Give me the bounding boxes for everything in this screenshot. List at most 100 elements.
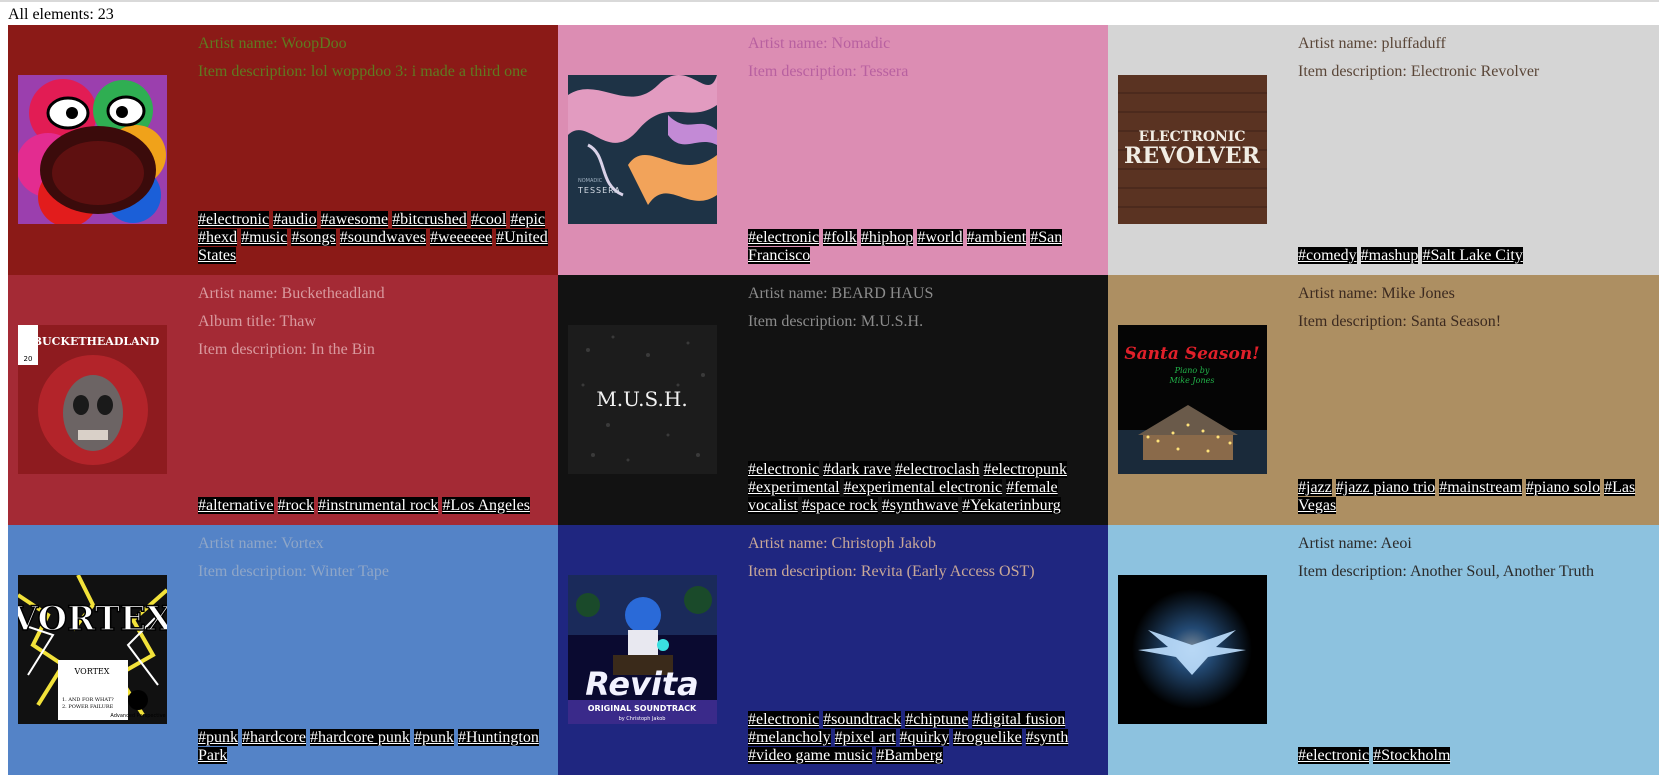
tag-link[interactable]: #electroclash: [895, 461, 980, 478]
tag-link[interactable]: #Yekaterinburg: [962, 497, 1061, 514]
album-info: Artist name: Vortex Item description: Wi…: [198, 535, 550, 765]
tag-link[interactable]: #audio: [273, 211, 317, 228]
album-card: VORTEX VORTEX 1. AND FOR WHAT? 2. POWER …: [8, 525, 558, 775]
artist-name: Artist name: Mike Jones: [1298, 285, 1455, 302]
tag-link[interactable]: #piano solo: [1525, 479, 1601, 496]
art-caption-small: NOMADIC: [578, 178, 603, 184]
album-grid: Artist name: WoopDoo Item description: l…: [8, 25, 1659, 775]
art-label-2: Advanced Perspective: [110, 713, 165, 719]
album-info: Artist name: Mike Jones Item description…: [1298, 285, 1651, 515]
tag-link[interactable]: #hardcore: [242, 729, 306, 746]
tag-link[interactable]: #electropunk: [983, 461, 1067, 478]
tag-link[interactable]: #electronic: [748, 711, 820, 728]
tag-link[interactable]: #hexd: [198, 229, 238, 246]
item-description: Item description: Santa Season!: [1298, 313, 1502, 330]
tag-link[interactable]: #space rock: [801, 497, 878, 514]
tag-link[interactable]: #comedy: [1298, 247, 1357, 264]
item-description: Item description: lol woppdoo 3: i made …: [198, 63, 528, 80]
artist-name: Artist name: WoopDoo: [198, 35, 347, 52]
album-cover[interactable]: Santa Season! Piano by Mike Jones: [1118, 325, 1267, 474]
tag-link[interactable]: #alternative: [198, 497, 274, 514]
art-title: M.U.S.H.: [596, 387, 687, 411]
art-artist: by Christoph Jakob: [619, 716, 666, 722]
tag-link[interactable]: #hardcore punk: [309, 729, 410, 746]
tag-link[interactable]: #pixel art: [834, 729, 896, 746]
artist-name: Artist name: Vortex: [198, 535, 324, 552]
tag-link[interactable]: #experimental electronic: [843, 479, 1003, 496]
tag-link[interactable]: #rock: [277, 497, 314, 514]
tag-link[interactable]: #electronic: [748, 461, 820, 478]
tag-link[interactable]: #world: [917, 229, 963, 246]
art-track-1: 1. AND FOR WHAT?: [62, 697, 114, 703]
tag-link[interactable]: #mainstream: [1439, 479, 1522, 496]
tag-link[interactable]: #dark rave: [823, 461, 892, 478]
artist-name: Artist name: Christoph Jakob: [748, 535, 936, 552]
album-cover[interactable]: ELECTRONIC REVOLVER: [1118, 75, 1267, 224]
tag-link[interactable]: #Salt Lake City: [1422, 247, 1523, 264]
album-info: Artist name: Bucketheadland Album title:…: [198, 285, 550, 515]
tag-link[interactable]: #Los Angeles: [442, 497, 530, 514]
album-cover[interactable]: [1118, 575, 1267, 724]
album-cover[interactable]: 20 BUCKETHEADLAND: [18, 325, 167, 474]
tag-list: #electronic #audio #awesome #bitcrushed …: [198, 211, 550, 265]
tag-link[interactable]: #quirky: [899, 729, 950, 746]
tag-link[interactable]: #synthwave: [881, 497, 959, 514]
artist-name: Artist name: BEARD HAUS: [748, 285, 934, 302]
tag-link[interactable]: #chiptune: [905, 711, 969, 728]
tag-link[interactable]: #punk: [413, 729, 454, 746]
tag-link[interactable]: #electronic: [748, 229, 820, 246]
album-info: Artist name: Nomadic Item description: T…: [748, 35, 1100, 265]
artist-name: Artist name: Nomadic: [748, 35, 891, 52]
tag-link[interactable]: #folk: [823, 229, 857, 246]
tag-link[interactable]: #roguelike: [953, 729, 1022, 746]
item-description: Item description: M.U.S.H.: [748, 313, 924, 330]
art-title: VORTEX: [18, 599, 167, 639]
album-info: Artist name: Christoph Jakob Item descri…: [748, 535, 1100, 765]
tag-link[interactable]: #soundtrack: [823, 711, 902, 728]
item-description: Item description: Revita (Early Access O…: [748, 563, 1035, 580]
tag-link[interactable]: #digital fusion: [972, 711, 1066, 728]
tag-link[interactable]: #bitcrushed: [392, 211, 467, 228]
art-title: Revita: [585, 665, 698, 703]
art-subtitle: ORIGINAL SOUNDTRACK: [588, 704, 697, 713]
tag-link[interactable]: #jazz piano trio: [1335, 479, 1436, 496]
tag-list: #electronic #folk #hiphop #world #ambien…: [748, 229, 1100, 265]
tag-link[interactable]: #melancholy: [748, 729, 831, 746]
album-card: NOMADIC TESSERA Artist name: Nomadic Ite…: [558, 25, 1108, 275]
tag-link[interactable]: #music: [241, 229, 288, 246]
tag-link[interactable]: #epic: [510, 211, 546, 228]
tag-link[interactable]: #songs: [291, 229, 336, 246]
artist-name: Artist name: pluffaduff: [1298, 35, 1446, 52]
tag-link[interactable]: #synth: [1025, 729, 1069, 746]
tag-link[interactable]: #soundwaves: [339, 229, 426, 246]
tag-link[interactable]: #hiphop: [860, 229, 914, 246]
tag-link[interactable]: #ambient: [966, 229, 1027, 246]
tag-link[interactable]: #video game music: [748, 747, 873, 764]
tag-link[interactable]: #instrumental rock: [317, 497, 439, 514]
tag-list: #comedy #mashup #Salt Lake City: [1298, 247, 1651, 265]
tag-link[interactable]: #weeeeee: [430, 229, 493, 246]
album-cover[interactable]: Revita ORIGINAL SOUNDTRACK by Christoph …: [568, 575, 717, 724]
album-info: Artist name: BEARD HAUS Item description…: [748, 285, 1100, 515]
tag-link[interactable]: #experimental: [748, 479, 840, 496]
album-title: Album title: Thaw: [198, 313, 316, 330]
album-info: Artist name: WoopDoo Item description: l…: [198, 35, 550, 265]
tag-link[interactable]: #mashup: [1360, 247, 1419, 264]
album-cover[interactable]: NOMADIC TESSERA: [568, 75, 717, 224]
album-card: Revita ORIGINAL SOUNDTRACK by Christoph …: [558, 525, 1108, 775]
tag-link[interactable]: #jazz: [1298, 479, 1332, 496]
tag-list: #electronic #dark rave #electroclash #el…: [748, 461, 1100, 515]
album-cover[interactable]: M.U.S.H.: [568, 325, 717, 474]
album-cover[interactable]: [18, 75, 167, 224]
tag-link[interactable]: #electronic: [1298, 747, 1370, 764]
art-title: Santa Season!: [1124, 344, 1259, 364]
art-label: VORTEX: [74, 667, 110, 676]
tag-link[interactable]: #Bamberg: [876, 747, 943, 764]
album-cover[interactable]: VORTEX VORTEX 1. AND FOR WHAT? 2. POWER …: [18, 575, 167, 724]
tag-link[interactable]: #awesome: [320, 211, 389, 228]
tag-link[interactable]: #punk: [198, 729, 238, 746]
album-card: Artist name: Aeoi Item description: Anot…: [1108, 525, 1659, 775]
tag-link[interactable]: #electronic: [198, 211, 270, 228]
tag-link[interactable]: #Stockholm: [1373, 747, 1451, 764]
tag-link[interactable]: #cool: [470, 211, 507, 228]
